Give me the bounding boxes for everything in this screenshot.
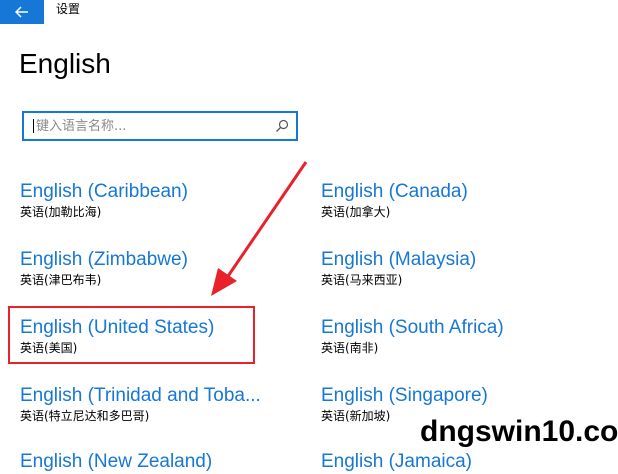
language-native-name: 英语(南非) xyxy=(321,341,379,355)
language-item-south-africa[interactable]: English (South Africa) 英语(南非) xyxy=(321,316,601,356)
language-native-name: 英语(马来西亚) xyxy=(321,273,403,287)
language-item-jamaica[interactable]: English (Jamaica) xyxy=(321,450,601,474)
language-name: English (Jamaica) xyxy=(321,451,472,472)
language-item-zimbabwe[interactable]: English (Zimbabwe) 英语(津巴布韦) xyxy=(20,248,300,288)
page-title: English xyxy=(19,48,111,79)
language-native-name: 英语(津巴布韦) xyxy=(20,273,102,287)
search-icon[interactable] xyxy=(274,118,290,134)
language-native-name: 英语(特立尼达和多巴哥) xyxy=(20,409,150,423)
language-name: English (South Africa) xyxy=(321,317,504,338)
language-name: English (New Zealand) xyxy=(20,451,213,472)
language-native-name: 英语(加拿大) xyxy=(321,205,391,219)
title-bar: 设置 xyxy=(0,0,618,24)
language-item-new-zealand[interactable]: English (New Zealand) xyxy=(20,450,300,474)
language-name: English (Canada) xyxy=(321,181,468,202)
language-item-canada[interactable]: English (Canada) 英语(加拿大) xyxy=(321,180,601,220)
language-name: English (Trinidad and Toba... xyxy=(20,385,261,406)
language-name: English (Zimbabwe) xyxy=(20,249,188,270)
language-item-malaysia[interactable]: English (Malaysia) 英语(马来西亚) xyxy=(321,248,601,288)
language-native-name: 英语(加勒比海) xyxy=(20,205,102,219)
language-item-caribbean[interactable]: English (Caribbean) 英语(加勒比海) xyxy=(20,180,300,220)
search-box[interactable] xyxy=(22,111,298,141)
language-item-trinidad-and-tobago[interactable]: English (Trinidad and Toba... 英语(特立尼达和多巴… xyxy=(20,384,300,424)
app-title: 设置 xyxy=(56,2,81,16)
search-input[interactable] xyxy=(24,113,280,139)
language-name: English (Malaysia) xyxy=(321,249,477,270)
back-button[interactable] xyxy=(0,0,44,24)
annotation-highlight-box xyxy=(8,306,255,364)
arrow-left-icon xyxy=(15,6,28,18)
watermark: dngswin10.com xyxy=(420,415,618,448)
language-name: English (Singapore) xyxy=(321,385,488,406)
language-name: English (Caribbean) xyxy=(20,181,188,202)
